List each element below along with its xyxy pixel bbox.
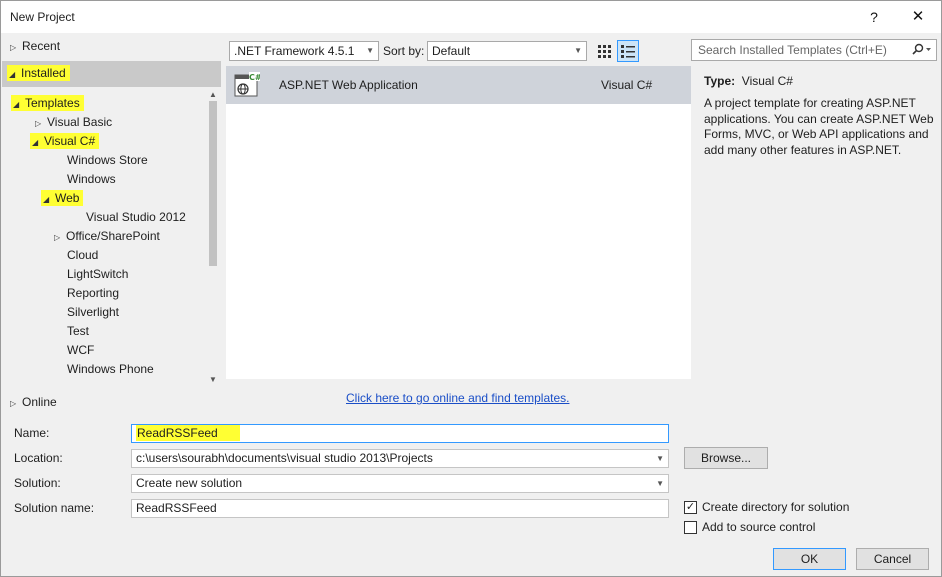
tree-item-label: Online <box>22 395 57 409</box>
tree-item-windows[interactable]: Windows <box>67 170 116 189</box>
solution-combo[interactable]: Create new solution ▼ <box>131 474 669 493</box>
tree-item-label: Web <box>55 191 80 205</box>
collapse-arrow-icon[interactable]: ◢ <box>13 95 25 114</box>
project-name-input[interactable]: ReadRSSFeed <box>131 424 669 443</box>
chevron-down-icon[interactable]: ▼ <box>656 452 664 465</box>
tree-item-office-sharepoint[interactable]: ▷ Office/SharePoint <box>54 227 160 246</box>
template-description: A project template for creating ASP.NET … <box>704 96 934 157</box>
add-source-control-label: Add to source control <box>702 520 816 534</box>
tree-item-label: WCF <box>67 343 95 357</box>
expand-arrow-icon[interactable]: ▷ <box>54 228 66 247</box>
list-view-icon <box>621 45 635 58</box>
project-name-value: ReadRSSFeed <box>136 425 240 441</box>
tree-item-label: Visual Studio 2012 <box>86 210 186 224</box>
tree-item-label: Visual C# <box>44 134 96 148</box>
tree-item-label: Windows Store <box>67 153 148 167</box>
template-row-aspnet[interactable]: C# ASP.NET Web Application Visual C# <box>226 66 691 104</box>
tree-item-visual-csharp[interactable]: ◢ Visual C# <box>30 132 100 152</box>
aspnet-web-app-icon: C# <box>234 72 260 97</box>
search-placeholder: Search Installed Templates (Ctrl+E) <box>698 43 887 57</box>
tree-item-silverlight[interactable]: Silverlight <box>67 303 119 322</box>
tree-item-label: Visual Basic <box>47 115 113 129</box>
type-label: Type: <box>704 74 736 88</box>
tree-item-test[interactable]: Test <box>67 322 89 341</box>
collapse-arrow-icon[interactable]: ◢ <box>32 133 44 152</box>
location-label: Location: <box>14 451 63 465</box>
location-value: c:\users\sourabh\documents\visual studio… <box>136 451 433 465</box>
new-project-dialog: New Project ? ✕ ▷ Recent ◢ Installed ◢ Temp… <box>0 0 942 577</box>
cancel-button[interactable]: Cancel <box>856 548 929 570</box>
title-bar: New Project ? ✕ <box>1 1 941 33</box>
template-list: C# ASP.NET Web Application Visual C# <box>226 66 691 379</box>
tree-item-label: LightSwitch <box>67 267 129 281</box>
framework-value: .NET Framework 4.5.1 <box>234 44 355 58</box>
grid-view-icon <box>598 45 611 58</box>
scroll-thumb[interactable] <box>209 101 217 266</box>
tree-item-label: Recent <box>22 39 61 53</box>
tree-item-label: Templates <box>25 96 80 110</box>
tree-item-reporting[interactable]: Reporting <box>67 284 119 303</box>
tree-item-recent[interactable]: ▷ Recent <box>10 37 60 56</box>
svg-text:C#: C# <box>249 73 260 82</box>
tree-item-templates[interactable]: ◢ Templates <box>11 94 84 113</box>
template-name: ASP.NET Web Application <box>279 78 418 92</box>
tree-item-label: Cloud <box>67 248 99 262</box>
tree-item-label: Test <box>67 324 90 338</box>
name-label: Name: <box>14 426 50 440</box>
tree-item-web[interactable]: ◢ Web <box>41 189 84 209</box>
collapse-arrow-icon[interactable]: ◢ <box>43 190 55 209</box>
create-directory-label: Create directory for solution <box>702 500 850 514</box>
tree-item-windows-phone[interactable]: Windows Phone <box>67 360 154 379</box>
window-title: New Project <box>10 10 75 24</box>
chevron-down-icon: ▼ <box>366 46 374 55</box>
online-templates-link[interactable]: Click here to go online and find templat… <box>346 391 569 405</box>
sort-by-value: Default <box>432 44 471 58</box>
tree-item-windows-store[interactable]: Windows Store <box>67 151 148 170</box>
solution-name-value: ReadRSSFeed <box>136 501 217 515</box>
expand-arrow-icon[interactable]: ▷ <box>10 394 22 413</box>
chevron-down-icon: ▼ <box>574 46 582 55</box>
scroll-up-icon[interactable]: ▲ <box>208 90 218 100</box>
collapse-arrow-icon[interactable]: ◢ <box>9 65 21 84</box>
tree-item-label: Installed <box>21 66 66 80</box>
scroll-down-icon[interactable]: ▼ <box>208 375 218 385</box>
expand-arrow-icon[interactable]: ▷ <box>35 114 47 133</box>
framework-dropdown[interactable]: .NET Framework 4.5.1 ▼ <box>229 41 379 61</box>
type-value: Visual C# <box>741 74 793 88</box>
solution-value: Create new solution <box>136 476 243 490</box>
template-type: Type: Visual C# <box>704 74 793 88</box>
tree-item-visual-basic[interactable]: ▷ Visual Basic <box>35 113 112 132</box>
tree-item-label: Silverlight <box>67 305 120 319</box>
tree-item-installed[interactable]: ◢ Installed <box>7 64 70 83</box>
close-icon[interactable]: ✕ <box>903 5 933 29</box>
tree-item-lightswitch[interactable]: LightSwitch <box>67 265 128 284</box>
tree-item-online[interactable]: ▷ Online <box>10 393 57 412</box>
solution-label: Solution: <box>14 476 61 490</box>
tree-item-label: Office/SharePoint <box>66 229 160 243</box>
tree-item-cloud[interactable]: Cloud <box>67 246 98 265</box>
location-combo[interactable]: c:\users\sourabh\documents\visual studio… <box>131 449 669 468</box>
ok-button[interactable]: OK <box>773 548 846 570</box>
sort-by-dropdown[interactable]: Default ▼ <box>427 41 587 61</box>
small-icons-view-button[interactable] <box>617 40 639 62</box>
tree-item-label: Reporting <box>67 286 120 300</box>
add-source-control-checkbox[interactable] <box>684 521 697 534</box>
tree-scrollbar[interactable]: ▲ ▼ <box>206 89 220 387</box>
solution-name-label: Solution name: <box>14 501 95 515</box>
sort-by-label: Sort by: <box>383 44 425 58</box>
solution-name-input[interactable]: ReadRSSFeed <box>131 499 669 518</box>
help-icon[interactable]: ? <box>859 5 889 29</box>
search-icon[interactable] <box>910 43 932 57</box>
expand-arrow-icon[interactable]: ▷ <box>10 38 22 57</box>
tree-item-wcf[interactable]: WCF <box>67 341 94 360</box>
tree-item-visual-studio-2012[interactable]: Visual Studio 2012 <box>86 208 186 227</box>
create-directory-checkbox[interactable]: ✓ <box>684 501 697 514</box>
template-language: Visual C# <box>601 78 653 92</box>
search-templates-input[interactable]: Search Installed Templates (Ctrl+E) <box>691 39 937 61</box>
chevron-down-icon[interactable]: ▼ <box>656 477 664 490</box>
tree-item-label: Windows <box>67 172 116 186</box>
tree-item-label: Windows Phone <box>67 362 154 376</box>
browse-button[interactable]: Browse... <box>684 447 768 469</box>
medium-icons-view-button[interactable] <box>593 40 615 62</box>
